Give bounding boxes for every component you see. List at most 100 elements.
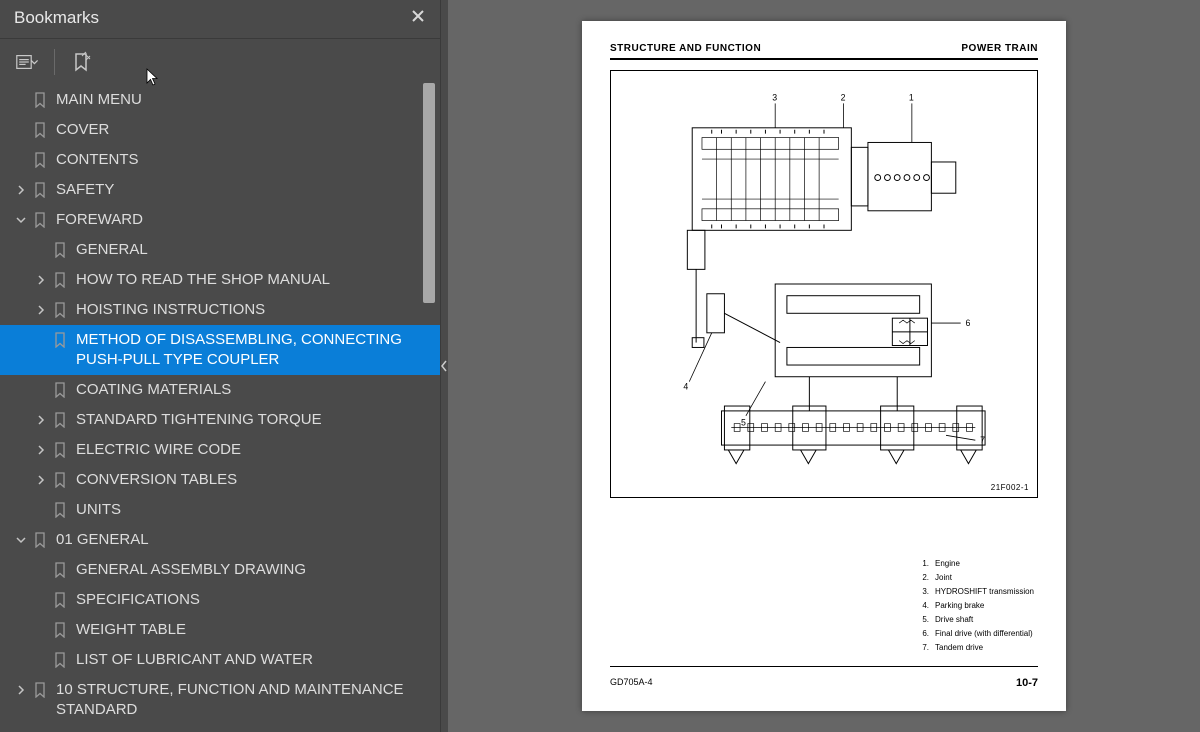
bookmark-label: GENERAL <box>76 240 422 260</box>
bookmark-item[interactable]: GENERAL <box>0 235 440 265</box>
legend-row: 5.Drive shaft <box>922 614 1034 626</box>
chevron-down-icon[interactable] <box>14 210 28 230</box>
bookmark-label: SPECIFICATIONS <box>76 590 422 610</box>
collapse-handle-icon[interactable] <box>440 346 448 386</box>
sidebar-scroll-thumb[interactable] <box>423 83 435 303</box>
power-train-diagram: 3 2 1 4 5 6 7 <box>610 70 1038 498</box>
chevron-right-icon[interactable] <box>14 680 28 700</box>
bookmark-item[interactable]: MAIN MENU <box>0 85 440 115</box>
page-header-right: POWER TRAIN <box>961 43 1038 54</box>
document-viewport[interactable]: STRUCTURE AND FUNCTION POWER TRAIN 3 2 1… <box>448 0 1200 732</box>
legend-number: 6. <box>922 628 933 640</box>
legend-number: 1. <box>922 558 933 570</box>
sidebar-title: Bookmarks <box>14 8 410 28</box>
page-footer: GD705A-4 10-7 <box>610 677 1038 689</box>
legend-row: 6.Final drive (with differential) <box>922 628 1034 640</box>
legend-text: Engine <box>935 558 1034 570</box>
bookmark-label: COVER <box>56 120 422 140</box>
bookmark-label: LIST OF LUBRICANT AND WATER <box>76 650 422 670</box>
bookmark-icon <box>52 380 68 400</box>
svg-text:2: 2 <box>841 92 846 102</box>
bookmark-item[interactable]: HOISTING INSTRUCTIONS <box>0 295 440 325</box>
bookmark-icon <box>52 650 68 670</box>
bookmark-label: UNITS <box>76 500 422 520</box>
bookmark-item[interactable]: METHOD OF DISASSEMBLING, CONNECTING PUSH… <box>0 325 440 375</box>
svg-text:1: 1 <box>909 92 914 102</box>
legend-number: 5. <box>922 614 933 626</box>
bookmark-label: METHOD OF DISASSEMBLING, CONNECTING PUSH… <box>76 330 422 370</box>
bookmark-icon <box>52 240 68 260</box>
legend-text: Drive shaft <box>935 614 1034 626</box>
page-header-left: STRUCTURE AND FUNCTION <box>610 43 761 54</box>
legend-row: 3.HYDROSHIFT transmission <box>922 586 1034 598</box>
chevron-right-icon[interactable] <box>34 470 48 490</box>
bookmark-item[interactable]: COATING MATERIALS <box>0 375 440 405</box>
sidebar-header: Bookmarks <box>0 0 440 39</box>
page-footer-model: GD705A-4 <box>610 677 653 689</box>
add-bookmark-button[interactable] <box>69 50 93 74</box>
legend-text: Final drive (with differential) <box>935 628 1034 640</box>
chevron-right-icon[interactable] <box>34 300 48 320</box>
bookmark-label: 10 STRUCTURE, FUNCTION AND MAINTENANCE S… <box>56 680 422 720</box>
bookmark-icon <box>52 470 68 490</box>
bookmark-item[interactable]: 10 STRUCTURE, FUNCTION AND MAINTENANCE S… <box>0 675 440 725</box>
legend-text: Joint <box>935 572 1034 584</box>
bookmark-item[interactable]: ELECTRIC WIRE CODE <box>0 435 440 465</box>
svg-text:6: 6 <box>966 318 971 328</box>
chevron-right-icon[interactable] <box>34 410 48 430</box>
chevron-right-icon[interactable] <box>34 270 48 290</box>
bookmark-icon <box>52 560 68 580</box>
sidebar-scrollbar[interactable] <box>423 83 435 732</box>
bookmark-icon <box>32 530 48 550</box>
diagram-svg: 3 2 1 4 5 6 7 <box>619 79 1029 489</box>
legend-text: Parking brake <box>935 600 1034 612</box>
bookmark-item[interactable]: HOW TO READ THE SHOP MANUAL <box>0 265 440 295</box>
bookmark-label: ELECTRIC WIRE CODE <box>76 440 422 460</box>
bookmark-item[interactable]: SAFETY <box>0 175 440 205</box>
legend-number: 4. <box>922 600 933 612</box>
legend-row: 7.Tandem drive <box>922 642 1034 654</box>
page-footer-rule <box>610 666 1038 667</box>
bookmark-item[interactable]: WEIGHT TABLE <box>0 615 440 645</box>
svg-text:5: 5 <box>741 418 746 428</box>
bookmark-icon <box>32 150 48 170</box>
legend-text: HYDROSHIFT transmission <box>935 586 1034 598</box>
bookmark-item[interactable]: CONTENTS <box>0 145 440 175</box>
bookmark-item[interactable]: GENERAL ASSEMBLY DRAWING <box>0 555 440 585</box>
close-icon[interactable] <box>410 8 426 28</box>
bookmark-item[interactable]: STANDARD TIGHTENING TORQUE <box>0 405 440 435</box>
bookmark-label: GENERAL ASSEMBLY DRAWING <box>76 560 422 580</box>
bookmark-item[interactable]: UNITS <box>0 495 440 525</box>
bookmark-item[interactable]: FOREWARD <box>0 205 440 235</box>
options-menu-button[interactable] <box>16 50 40 74</box>
bookmark-tree: MAIN MENU COVER CONTENTS SAFETY FOREWARD GENE… <box>0 83 440 732</box>
chevron-down-icon[interactable] <box>14 530 28 550</box>
bookmark-item[interactable]: 01 GENERAL <box>0 525 440 555</box>
bookmark-label: HOW TO READ THE SHOP MANUAL <box>76 270 422 290</box>
legend-row: 4.Parking brake <box>922 600 1034 612</box>
bookmark-label: FOREWARD <box>56 210 422 230</box>
svg-text:7: 7 <box>980 435 985 445</box>
bookmark-item[interactable]: SPECIFICATIONS <box>0 585 440 615</box>
bookmark-item[interactable]: CONVERSION TABLES <box>0 465 440 495</box>
bookmark-icon <box>32 180 48 200</box>
bookmark-icon <box>32 90 48 110</box>
bookmark-icon <box>52 330 68 350</box>
bookmarks-sidebar: Bookmarks MAIN MENUCOVERCONTENTSSA <box>0 0 440 732</box>
chevron-right-icon[interactable] <box>34 440 48 460</box>
bookmark-item[interactable]: LIST OF LUBRICANT AND WATER <box>0 645 440 675</box>
legend-text: Tandem drive <box>935 642 1034 654</box>
bookmark-icon <box>32 120 48 140</box>
bookmark-label: CONTENTS <box>56 150 422 170</box>
bookmark-icon <box>52 620 68 640</box>
panel-divider[interactable] <box>440 0 448 732</box>
bookmark-item[interactable]: COVER <box>0 115 440 145</box>
svg-text:4: 4 <box>683 381 688 391</box>
bookmark-icon <box>52 500 68 520</box>
page-number: 10-7 <box>1016 677 1038 689</box>
bookmark-label: 01 GENERAL <box>56 530 422 550</box>
svg-text:3: 3 <box>772 92 777 102</box>
chevron-right-icon[interactable] <box>14 180 28 200</box>
pdf-page: STRUCTURE AND FUNCTION POWER TRAIN 3 2 1… <box>582 21 1066 711</box>
legend-row: 1.Engine <box>922 558 1034 570</box>
